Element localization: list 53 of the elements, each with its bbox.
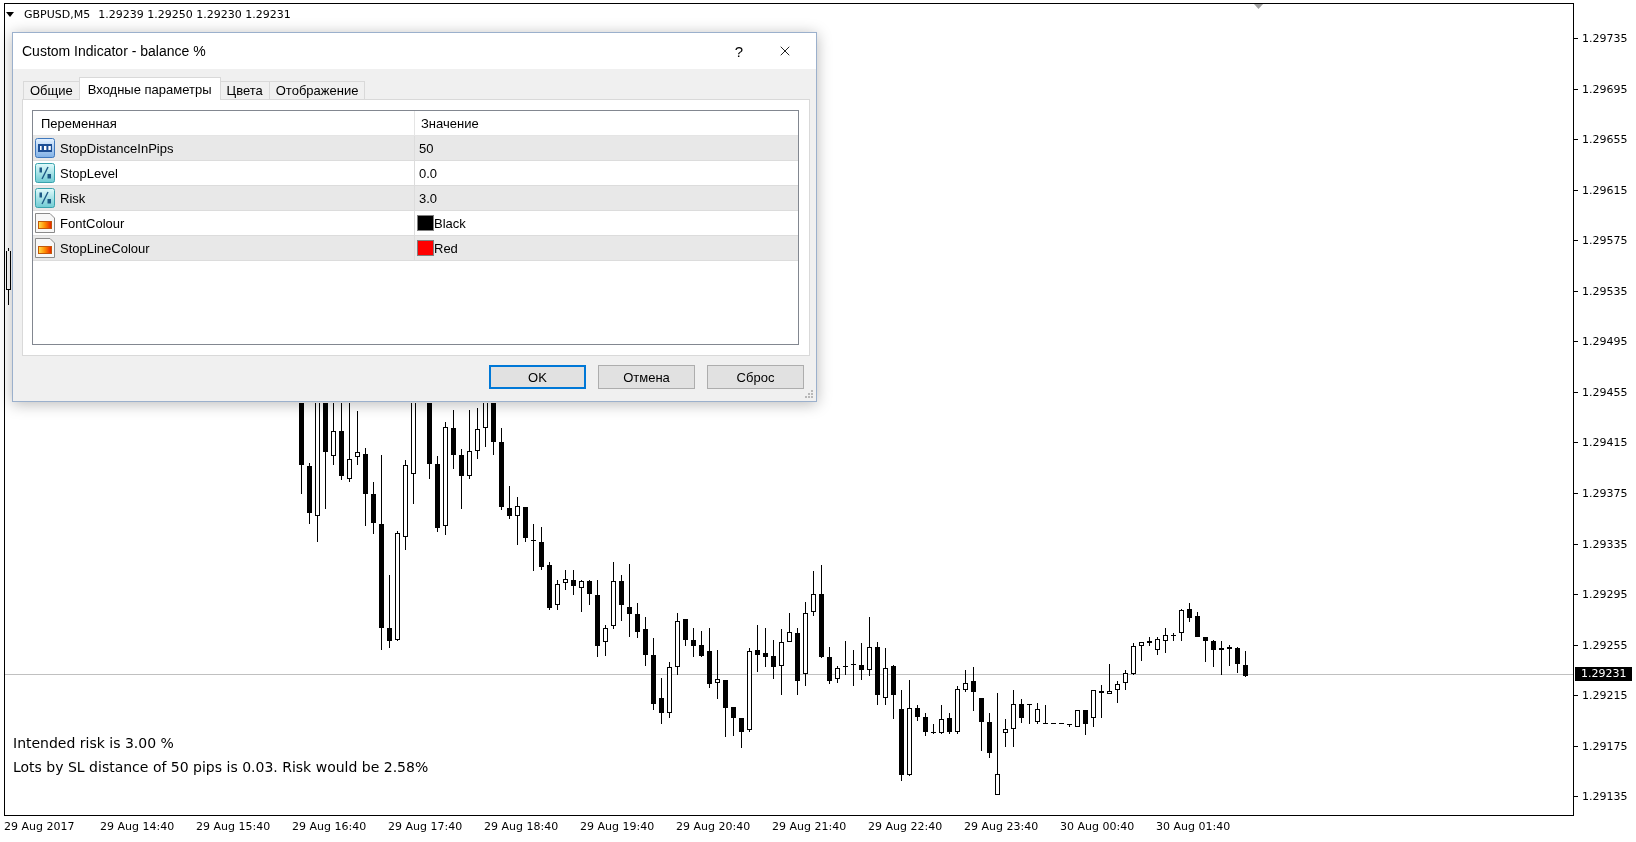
price-label: 1.29175: [1582, 739, 1628, 753]
param-value: 50: [418, 140, 434, 156]
column-header: Переменная: [33, 111, 415, 135]
price-label: 1.29615: [1582, 183, 1628, 197]
tab[interactable]: Общие: [23, 81, 80, 100]
param-name: Risk: [60, 190, 86, 206]
time-label: 29 Aug 22:40: [868, 820, 943, 833]
chart-symbol: GBPUSD,M5: [24, 7, 91, 21]
price-label: 1.29295: [1582, 588, 1628, 602]
price-label: 1.29215: [1582, 689, 1628, 703]
price-label: 1.29375: [1582, 487, 1628, 500]
param-value: 3.0: [418, 190, 438, 206]
param-value: 0.0: [418, 165, 438, 181]
price-label: 1.29415: [1582, 436, 1628, 450]
price-label: 1.29335: [1582, 537, 1628, 551]
price-label: 1.29735: [1582, 32, 1628, 46]
price-label: 1.29695: [1582, 82, 1628, 96]
bars-tile-icon: [35, 138, 55, 158]
time-label: 29 Aug 21:40: [772, 820, 847, 833]
fraction-tile-icon: [35, 188, 55, 208]
time-label: 30 Aug 00:40: [1060, 820, 1135, 833]
time-label: 29 Aug 14:40: [100, 820, 175, 833]
down-triangle-icon[interactable]: [1254, 4, 1263, 9]
param-name: StopLevel: [60, 165, 118, 181]
param-name: FontColour: [60, 215, 125, 231]
tab[interactable]: Цвета: [219, 81, 270, 100]
tab[interactable]: Отображение: [268, 81, 366, 100]
caret-down-icon[interactable]: [6, 11, 14, 17]
time-label: 29 Aug 17:40: [388, 820, 463, 833]
tab[interactable]: Входные параметры: [78, 77, 221, 100]
dialog-title: Custom Indicator - balance %: [22, 43, 207, 59]
price-label: 1.29455: [1582, 385, 1628, 399]
time-label: 30 Aug 01:40: [1156, 820, 1231, 833]
current-price-label: 1.29231: [1575, 667, 1632, 681]
price-label: 1.29535: [1582, 284, 1628, 298]
time-label: 29 Aug 19:40: [580, 820, 655, 833]
time-label: 29 Aug 2017: [4, 820, 75, 833]
price-label: 1.29135: [1582, 790, 1628, 804]
price-label: 1.29575: [1582, 234, 1628, 248]
fraction-tile-icon: [35, 163, 55, 183]
param-name: StopDistanceInPips: [60, 140, 174, 156]
time-label: 29 Aug 23:40: [964, 820, 1039, 833]
time-label: 29 Aug 18:40: [484, 820, 559, 833]
time-label: 29 Aug 15:40: [196, 820, 271, 833]
price-label: 1.29255: [1582, 638, 1628, 652]
price-label: 1.29655: [1582, 133, 1628, 147]
time-label: 29 Aug 20:40: [676, 820, 751, 833]
param-value: Black: [434, 215, 466, 231]
help-button[interactable]: ?: [716, 33, 762, 69]
price-quote: 1.29239 1.29250 1.29230 1.29231: [98, 7, 291, 21]
price-label: 1.29495: [1582, 335, 1628, 349]
column-header: Значение: [420, 114, 480, 133]
time-label: 29 Aug 16:40: [292, 820, 367, 833]
